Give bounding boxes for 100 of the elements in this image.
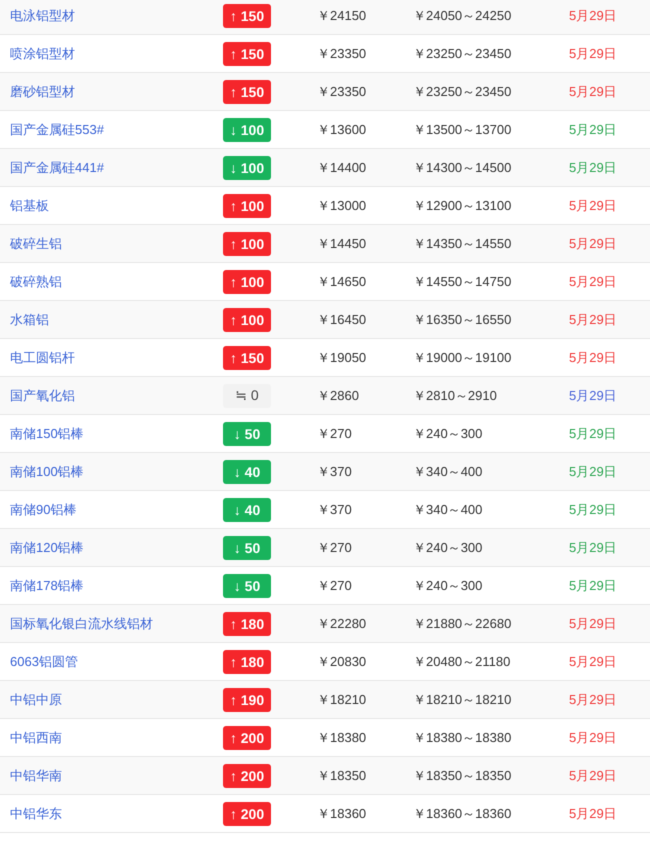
price-range-cell-text: ￥16350～16550: [413, 310, 512, 328]
product-link[interactable]: 破碎熟铝: [10, 272, 223, 290]
change-badge: ↓ 40: [223, 498, 271, 522]
product-link[interactable]: 磨砂铝型材: [10, 82, 223, 100]
date-cell-text: 5月29日: [569, 424, 618, 442]
date-cell-text: 5月29日: [569, 462, 618, 480]
price-range-cell-text: ￥13500～13700: [413, 120, 512, 138]
price-cell-text: ￥18360: [317, 804, 368, 822]
change-badge: ↑ 150: [223, 346, 271, 370]
price-range-cell-text: ￥12900～13100: [413, 196, 512, 214]
date-cell-text: 5月29日: [569, 804, 618, 822]
price-cell-text: ￥18380: [317, 728, 368, 746]
price-cell-text: ￥24150: [317, 6, 368, 24]
price-range-cell-text: ￥240～300: [413, 538, 484, 556]
price-range-cell-text: ￥18210～18210: [413, 690, 512, 708]
price-range-cell-text: ￥340～400: [413, 462, 484, 480]
price-range-cell-text: ￥240～300: [413, 576, 484, 594]
price-range-cell-text: ￥23250～23450: [413, 44, 512, 62]
product-link[interactable]: 中铝华东: [10, 804, 223, 822]
change-badge: ↑ 100: [223, 232, 271, 256]
product-link[interactable]: 国产金属硅553#: [10, 120, 223, 138]
price-range-cell-text: ￥14550～14750: [413, 272, 512, 290]
change-badge: ↑ 100: [223, 194, 271, 218]
product-link[interactable]: 国标氧化银白流水线铝材: [10, 614, 223, 632]
date-cell-text: 5月29日: [569, 348, 618, 366]
change-badge: ↑ 200: [223, 726, 271, 750]
date-cell-text: 5月29日: [569, 500, 618, 518]
price-range-cell-text: ￥18360～18360: [413, 804, 512, 822]
price-cell-text: ￥22280: [317, 614, 368, 632]
change-badge: ↓ 40: [223, 460, 271, 484]
date-cell-text: 5月29日: [569, 538, 618, 556]
product-link[interactable]: 南储178铝棒: [10, 576, 223, 594]
price-range-cell-text: ￥14350～14550: [413, 234, 512, 252]
price-cell-text: ￥2860: [317, 386, 360, 404]
product-link[interactable]: 中铝中原: [10, 690, 223, 708]
price-cell-text: ￥370: [317, 462, 353, 480]
change-badge: ↓ 50: [223, 536, 271, 560]
product-link[interactable]: 南储150铝棒: [10, 424, 223, 442]
date-cell-text: 5月29日: [569, 234, 618, 252]
price-cell-text: ￥13600: [317, 120, 368, 138]
price-range-cell-text: ￥14300～14500: [413, 158, 512, 176]
change-badge: ↑ 100: [223, 308, 271, 332]
product-link[interactable]: 6063铝圆管: [10, 652, 223, 670]
date-cell-text: 5月29日: [569, 82, 618, 100]
price-range-cell-text: ￥340～400: [413, 500, 484, 518]
date-cell-text: 5月29日: [569, 196, 618, 214]
date-cell-text: 5月29日: [569, 614, 618, 632]
price-range-cell-text: ￥21880～22680: [413, 614, 512, 632]
product-link[interactable]: 破碎生铝: [10, 234, 223, 252]
price-cell-text: ￥19050: [317, 348, 368, 366]
date-cell-text: 5月29日: [569, 120, 618, 138]
change-badge: ↓ 50: [223, 574, 271, 598]
date-cell-text: 5月29日: [569, 690, 618, 708]
price-cell-text: ￥18350: [317, 766, 368, 784]
date-cell-text: 5月29日: [569, 766, 618, 784]
product-link[interactable]: 南储100铝棒: [10, 462, 223, 480]
price-range-cell-text: ￥2810～2910: [413, 386, 498, 404]
price-cell-text: ￥23350: [317, 82, 368, 100]
change-badge: ↑ 150: [223, 80, 271, 104]
product-link[interactable]: 电工圆铝杆: [10, 348, 223, 366]
change-badge: ↓ 100: [223, 156, 271, 180]
price-cell-text: ￥16450: [317, 310, 368, 328]
price-cell-text: ￥14450: [317, 234, 368, 252]
product-link[interactable]: 水箱铝: [10, 310, 223, 328]
date-cell-text: 5月29日: [569, 158, 618, 176]
product-link[interactable]: 中铝华南: [10, 766, 223, 784]
price-cell-text: ￥14400: [317, 158, 368, 176]
change-badge: ↑ 150: [223, 4, 271, 28]
product-link[interactable]: 南储120铝棒: [10, 538, 223, 556]
price-cell-text: ￥270: [317, 576, 353, 594]
price-cell-text: ￥14650: [317, 272, 368, 290]
price-range-cell-text: ￥240～300: [413, 424, 484, 442]
product-link[interactable]: 国产金属硅441#: [10, 158, 223, 176]
date-cell-text: 5月29日: [569, 652, 618, 670]
product-link[interactable]: 国产氧化铝: [10, 386, 223, 404]
product-link[interactable]: 铝基板: [10, 196, 223, 214]
product-link[interactable]: 喷涂铝型材: [10, 44, 223, 62]
price-range-cell-text: ￥18380～18380: [413, 728, 512, 746]
product-link[interactable]: 电泳铝型材: [10, 6, 223, 24]
change-badge: ↑ 200: [223, 802, 271, 826]
change-badge: ↑ 180: [223, 650, 271, 674]
change-badge: ↑ 200: [223, 764, 271, 788]
date-cell-text: 5月29日: [569, 728, 618, 746]
date-cell-text: 5月29日: [569, 6, 618, 24]
date-cell-text: 5月29日: [569, 576, 618, 594]
change-badge: ↑ 100: [223, 270, 271, 294]
price-cell-text: ￥270: [317, 538, 353, 556]
change-badge: ↑ 180: [223, 612, 271, 636]
change-badge: ↓ 100: [223, 118, 271, 142]
product-link[interactable]: 南储90铝棒: [10, 500, 223, 518]
price-range-cell-text: ￥20480～21180: [413, 652, 512, 670]
price-range-cell-text: ￥23250～23450: [413, 82, 512, 100]
price-cell-text: ￥270: [317, 424, 353, 442]
price-cell-text: ￥13000: [317, 196, 368, 214]
price-range-cell-text: ￥19000～19100: [413, 348, 512, 366]
change-badge: ↑ 190: [223, 688, 271, 712]
product-link[interactable]: 中铝西南: [10, 728, 223, 746]
date-cell-text: 5月29日: [569, 310, 618, 328]
date-cell-text: 5月29日: [569, 386, 618, 404]
price-cell-text: ￥20830: [317, 652, 368, 670]
